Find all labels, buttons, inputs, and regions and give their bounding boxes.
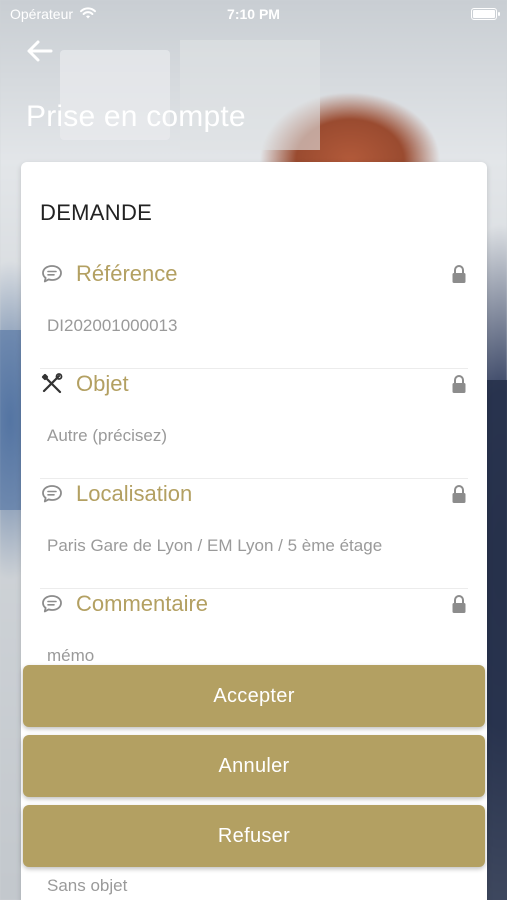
field-object: Objet Autre (précisez) xyxy=(40,369,468,479)
field-value-sans-objet: Sans objet xyxy=(47,876,128,895)
refuse-button[interactable]: Refuser xyxy=(23,805,485,867)
status-bar: Opérateur 7:10 PM xyxy=(0,0,507,28)
field-location: Localisation Paris Gare de Lyon / EM Lyo… xyxy=(40,479,468,589)
field-label: Référence xyxy=(76,261,178,286)
field-value: mémo xyxy=(47,646,95,665)
accept-button[interactable]: Accepter xyxy=(23,665,485,727)
battery-icon xyxy=(471,8,500,20)
field-label: Objet xyxy=(76,371,129,396)
lock-icon xyxy=(450,264,468,284)
arrow-left-icon xyxy=(25,39,53,68)
lock-icon xyxy=(450,484,468,504)
background-figure xyxy=(486,380,507,900)
chat-bubble-icon xyxy=(40,592,64,616)
section-title: DEMANDE xyxy=(40,200,153,225)
back-button[interactable] xyxy=(22,38,56,68)
field-value: Paris Gare de Lyon / EM Lyon / 5 ème éta… xyxy=(47,536,383,555)
tools-icon xyxy=(40,372,64,396)
field-value: Autre (précisez) xyxy=(47,426,167,445)
page-title: Prise en compte xyxy=(26,100,246,133)
field-label: Commentaire xyxy=(76,591,209,616)
clock: 7:10 PM xyxy=(227,6,280,22)
chat-bubble-icon xyxy=(40,482,64,506)
field-label: Localisation xyxy=(76,481,193,506)
field-reference: Référence DI202001000013 xyxy=(40,259,468,369)
carrier-name: Opérateur xyxy=(10,6,74,22)
lock-icon xyxy=(450,374,468,394)
cancel-button[interactable]: Annuler xyxy=(23,735,485,797)
field-value: DI202001000013 xyxy=(47,316,178,335)
chat-bubble-icon xyxy=(40,262,64,286)
wifi-icon xyxy=(79,6,97,23)
lock-icon xyxy=(450,594,468,614)
